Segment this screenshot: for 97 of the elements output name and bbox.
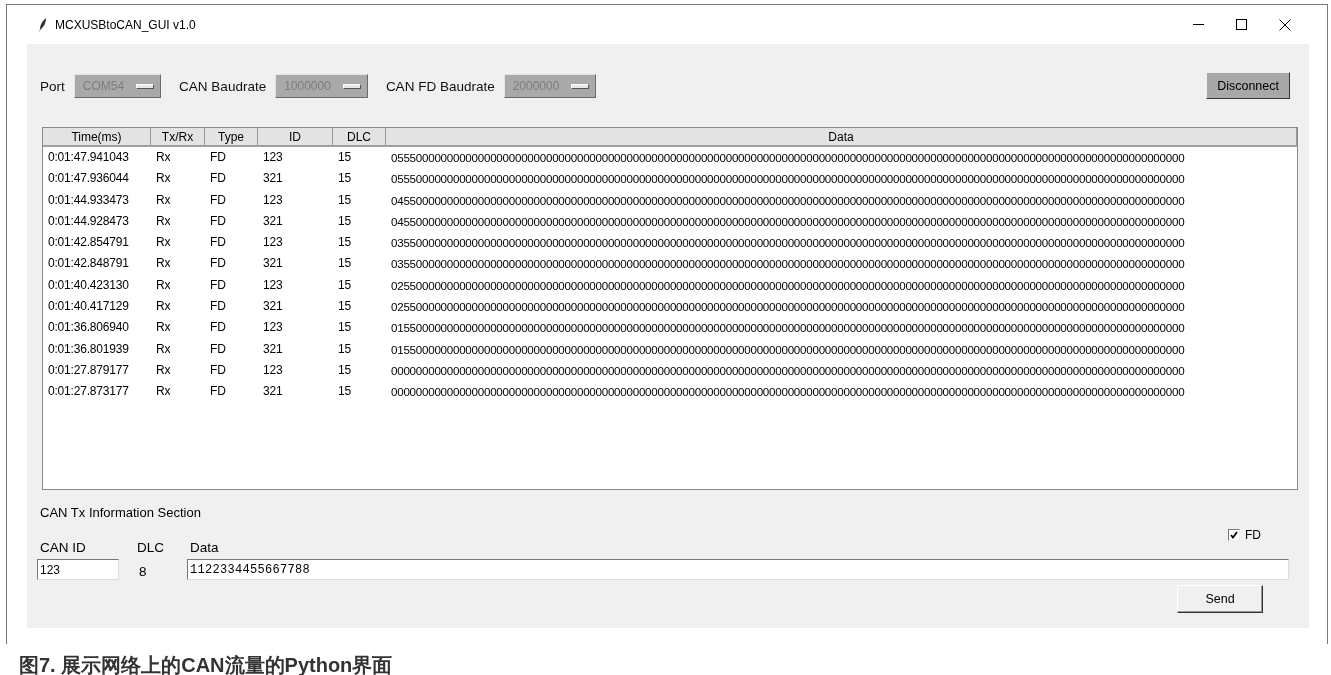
table-cell-text: 15 — [337, 212, 352, 230]
table-cell-text: 123 — [262, 191, 284, 209]
table-cell-text: FD — [209, 191, 227, 209]
table-cell-text: 05550000000000000000000000000000000000000000000000000000000000000000000000000000000000000000000000000000000000000000000000000000 — [390, 171, 1186, 188]
table-cell-text: Rx — [155, 149, 172, 166]
table-cell-text: FD — [209, 234, 227, 252]
table-cell-text: FD — [209, 149, 227, 166]
table-cell-text: 321 — [262, 255, 284, 273]
table-cell-text: Rx — [155, 191, 172, 209]
table-cell-text: 02550000000000000000000000000000000000000000000000000000000000000000000000000000000000000000000000000000000000000000000000000000 — [390, 299, 1186, 316]
table-cell-text: 321 — [262, 340, 284, 358]
table-cell-text: 0:01:27.873177 — [47, 383, 130, 401]
field-label: CAN ID — [39, 540, 87, 555]
table-cell-text: 03550000000000000000000000000000000000000000000000000000000000000000000000000000000000000000000000000000000000000000000000000000 — [390, 235, 1186, 252]
column-header[interactable]: Data — [386, 128, 1297, 147]
table-cell-text: 123 — [262, 234, 284, 252]
table-cell-text: FD — [209, 319, 227, 337]
table-cell-text: FD — [209, 170, 227, 188]
table-cell-text: 0:01:40.417129 — [47, 298, 130, 316]
close-icon[interactable] — [1279, 18, 1291, 31]
table-cell-text: 15 — [337, 170, 352, 188]
table-cell-text: 123 — [262, 276, 284, 294]
table-cell-text: Rx — [155, 340, 172, 358]
section-title: CAN Tx Information Section — [40, 505, 201, 520]
table-cell-text: 01550000000000000000000000000000000000000000000000000000000000000000000000000000000000000000000000000000000000000000000000000000 — [390, 341, 1186, 358]
table-cell-text: 15 — [337, 298, 352, 316]
table-cell-text: Rx — [155, 212, 172, 230]
table-cell-text: 15 — [337, 361, 352, 379]
table-cell-text: 321 — [262, 383, 284, 401]
check-icon — [1230, 531, 1238, 539]
table-cell-text: 04550000000000000000000000000000000000000000000000000000000000000000000000000000000000000000000000000000000000000000000000000000 — [390, 213, 1186, 230]
table-cell-text: FD — [209, 276, 227, 294]
setting-label: Port — [40, 78, 65, 94]
table-cell-text: 15 — [337, 276, 352, 294]
table-cell-text: Rx — [155, 383, 172, 401]
table-cell-text: 0:01:36.806940 — [47, 319, 130, 337]
checkbox[interactable] — [1228, 529, 1240, 541]
column-header[interactable]: ID — [258, 128, 333, 147]
table-cell-text: 00000000000000000000000000000000000000000000000000000000000000000000000000000000000000000000000000000000000000000000000000000000 — [390, 384, 1186, 401]
data-field[interactable]: 1122334455667788 — [187, 559, 1289, 580]
field-label: Data — [189, 540, 220, 555]
table-cell-text: 01550000000000000000000000000000000000000000000000000000000000000000000000000000000000000000000000000000000000000000000000000000 — [390, 320, 1186, 337]
table-cell-text: 0:01:47.941043 — [47, 149, 130, 166]
table-cell-text: 15 — [337, 319, 352, 337]
table-cell-text: FD — [209, 361, 227, 379]
setting-label: CAN FD Baudrate — [385, 78, 495, 94]
table-cell-text: 123 — [262, 149, 284, 166]
table-cell-text: 15 — [337, 340, 352, 358]
feather-icon — [39, 17, 47, 32]
table-cell-text: 0:01:42.854791 — [47, 234, 130, 252]
table-cell-text: FD — [209, 255, 227, 273]
table-cell-text: FD — [209, 298, 227, 316]
table-cell-text: Rx — [155, 276, 172, 294]
column-header[interactable]: DLC — [333, 128, 386, 147]
column-header[interactable]: Time(ms) — [43, 128, 151, 147]
table-cell-text: FD — [209, 212, 227, 230]
table-cell-text: Rx — [155, 170, 172, 188]
table-cell-text: 15 — [337, 191, 352, 209]
checkbox-label: FD — [1245, 528, 1261, 542]
table-cell-text: 03550000000000000000000000000000000000000000000000000000000000000000000000000000000000000000000000000000000000000000000000000000 — [390, 256, 1186, 273]
table-cell-text: 123 — [262, 319, 284, 337]
table-cell-text: 02550000000000000000000000000000000000000000000000000000000000000000000000000000000000000000000000000000000000000000000000000000 — [390, 277, 1186, 294]
table-cell-text: 0:01:44.928473 — [47, 212, 130, 230]
table-cell-text: 15 — [337, 234, 352, 252]
column-header[interactable]: Tx/Rx — [151, 128, 205, 147]
table-cell-text: 321 — [262, 212, 284, 230]
table-cell-text: 321 — [262, 170, 284, 188]
table-cell-text: 15 — [337, 383, 352, 401]
table-cell-text: Rx — [155, 234, 172, 252]
maximize-icon[interactable] — [1236, 19, 1247, 30]
can-id-field[interactable]: 123 — [37, 559, 119, 580]
table-cell-text: Rx — [155, 255, 172, 273]
send-button[interactable]: Send — [1177, 585, 1263, 613]
column-header[interactable]: Type — [205, 128, 258, 147]
table-cell-text: 0:01:42.848791 — [47, 255, 130, 273]
dlc-value: 8 — [138, 563, 148, 579]
table-cell-text: 0:01:40.423130 — [47, 276, 130, 294]
table-cell-text: 15 — [337, 255, 352, 273]
window-title: MCXUSBtoCAN_GUI v1.0 — [55, 17, 196, 32]
table-cell-text: 05550000000000000000000000000000000000000000000000000000000000000000000000000000000000000000000000000000000000000000000000000000 — [390, 150, 1186, 166]
table-cell-text: 0:01:27.879177 — [47, 361, 130, 379]
table-cell-text: 15 — [337, 149, 352, 166]
table-cell-text: 321 — [262, 298, 284, 316]
field-label: DLC — [136, 540, 165, 555]
disconnect-button[interactable]: Disconnect — [1206, 72, 1290, 99]
table-cell-text: Rx — [155, 319, 172, 337]
table-cell-text: FD — [209, 340, 227, 358]
table-cell-text: 0:01:36.801939 — [47, 340, 130, 358]
setting-label: CAN Baudrate — [179, 78, 267, 94]
table-cell-text: 00000000000000000000000000000000000000000000000000000000000000000000000000000000000000000000000000000000000000000000000000000000 — [390, 362, 1186, 379]
table-cell-text: 0:01:47.936044 — [47, 170, 130, 188]
table-cell-text: 0:01:44.933473 — [47, 191, 130, 209]
table-cell-text: Rx — [155, 298, 172, 316]
table-cell-text: Rx — [155, 361, 172, 379]
table-cell-text: 04550000000000000000000000000000000000000000000000000000000000000000000000000000000000000000000000000000000000000000000000000000 — [390, 192, 1186, 209]
table-cell-text: FD — [209, 383, 227, 401]
table-cell-text: 123 — [262, 361, 284, 379]
